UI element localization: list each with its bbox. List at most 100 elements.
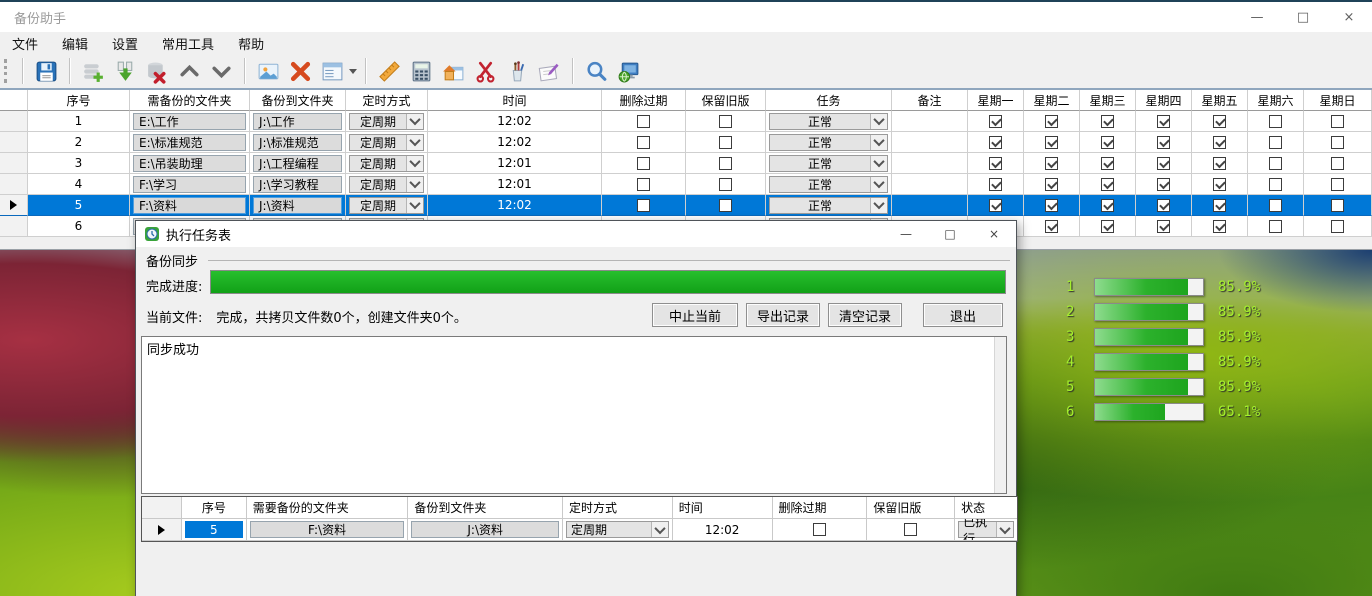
dialog-row-header-cell[interactable] [142,519,182,541]
chevron-down-icon[interactable] [870,177,887,192]
dcol-no[interactable]: 序号 [182,497,247,519]
mode-select[interactable]: 定周期 [349,134,424,151]
menu-edit[interactable]: 编辑 [50,32,100,55]
tuesday-checkbox[interactable] [1045,157,1058,170]
task-select[interactable]: 正常 [769,176,888,193]
tuesday-checkbox[interactable] [1045,199,1058,212]
col-header-source[interactable]: 需备份的文件夹 [130,90,250,111]
dialog-mode-select[interactable]: 定周期 [566,521,669,538]
monday-checkbox[interactable] [989,115,1002,128]
menu-file[interactable]: 文件 [0,32,50,55]
row-header-cell[interactable] [0,195,28,216]
cell-note[interactable] [892,111,968,132]
saturday-checkbox[interactable] [1269,220,1282,233]
chevron-down-icon[interactable] [870,198,887,213]
dialog-delete-expired-checkbox[interactable] [813,523,826,536]
dialog-keep-old-checkbox[interactable] [904,523,917,536]
delete-expired-checkbox[interactable] [637,157,650,170]
dcol-status[interactable]: 状态 [955,497,1017,519]
search-icon[interactable] [580,56,612,86]
sunday-checkbox[interactable] [1331,178,1344,191]
add-task-icon[interactable] [77,56,109,86]
col-header-thursday[interactable]: 星期四 [1136,90,1192,111]
close-button[interactable]: × [1326,2,1372,32]
source-folder-field[interactable]: F:\学习 [133,176,246,193]
chevron-down-icon[interactable] [406,156,423,171]
save-icon[interactable] [30,56,62,86]
chevron-down-icon[interactable] [870,114,887,129]
col-header-tuesday[interactable]: 星期二 [1024,90,1080,111]
mode-select[interactable]: 定周期 [349,155,424,172]
wednesday-checkbox[interactable] [1101,220,1114,233]
move-up-icon[interactable] [173,56,205,86]
col-header-mode[interactable]: 定时方式 [346,90,428,111]
task-select[interactable]: 正常 [769,197,888,214]
minimize-button[interactable]: — [1234,2,1280,32]
col-header-delete-expired[interactable]: 删除过期 [602,90,686,111]
dropdown-caret-icon[interactable] [348,56,358,86]
thursday-checkbox[interactable] [1157,157,1170,170]
chevron-down-icon[interactable] [870,135,887,150]
dest-folder-field[interactable]: J:\工作 [253,113,342,130]
row-header-cell[interactable] [0,111,28,132]
cell-no[interactable]: 5 [28,195,130,216]
task-select[interactable]: 正常 [769,155,888,172]
delete-expired-checkbox[interactable] [637,136,650,149]
keep-old-checkbox[interactable] [719,178,732,191]
cell-time[interactable]: 12:02 [428,111,602,132]
sunday-checkbox[interactable] [1331,136,1344,149]
tuesday-checkbox[interactable] [1045,136,1058,149]
cell-note[interactable] [892,153,968,174]
row-header-cell[interactable] [0,174,28,195]
toolbar-grip[interactable] [4,59,9,83]
friday-checkbox[interactable] [1213,220,1226,233]
thursday-checkbox[interactable] [1157,220,1170,233]
saturday-checkbox[interactable] [1269,115,1282,128]
dialog-status-select[interactable]: 已执行 [958,521,1014,538]
friday-checkbox[interactable] [1213,199,1226,212]
dest-folder-field[interactable]: J:\标准规范 [253,134,342,151]
chevron-down-icon[interactable] [870,156,887,171]
col-header-friday[interactable]: 星期五 [1192,90,1248,111]
dcol-source[interactable]: 需要备份的文件夹 [247,497,409,519]
chevron-down-icon[interactable] [406,114,423,129]
friday-checkbox[interactable] [1213,136,1226,149]
col-header-task[interactable]: 任务 [766,90,892,111]
clear-records-button[interactable]: 清空记录 [828,303,902,327]
dest-folder-field[interactable]: J:\学习教程 [253,176,342,193]
cell-no[interactable]: 6 [28,216,130,237]
cell-no[interactable]: 4 [28,174,130,195]
dcol-mode[interactable]: 定时方式 [563,497,673,519]
delete-expired-checkbox[interactable] [637,199,650,212]
thursday-checkbox[interactable] [1157,136,1170,149]
saturday-checkbox[interactable] [1269,136,1282,149]
saturday-checkbox[interactable] [1269,199,1282,212]
keep-old-checkbox[interactable] [719,199,732,212]
mode-select[interactable]: 定周期 [349,176,424,193]
monday-checkbox[interactable] [989,178,1002,191]
row-header-cell[interactable] [0,216,28,237]
monday-checkbox[interactable] [989,136,1002,149]
dialog-maximize-button[interactable]: □ [928,222,972,246]
log-scrollbar[interactable] [994,337,1006,493]
source-folder-field[interactable]: E:\工作 [133,113,246,130]
cell-note[interactable] [892,174,968,195]
dcol-delete-expired[interactable]: 删除过期 [773,497,868,519]
delete-task-icon[interactable] [141,56,173,86]
keep-old-checkbox[interactable] [719,115,732,128]
friday-checkbox[interactable] [1213,157,1226,170]
col-header-dest[interactable]: 备份到文件夹 [250,90,346,111]
col-header-time[interactable]: 时间 [428,90,602,111]
remote-desktop-icon[interactable] [612,56,644,86]
cell-no[interactable]: 2 [28,132,130,153]
col-header-keep-old[interactable]: 保留旧版 [686,90,766,111]
thursday-checkbox[interactable] [1157,199,1170,212]
cell-note[interactable] [892,195,968,216]
cell-time[interactable]: 12:01 [428,153,602,174]
cell-time[interactable]: 12:01 [428,174,602,195]
tuesday-checkbox[interactable] [1045,220,1058,233]
task-select[interactable]: 正常 [769,113,888,130]
source-folder-field[interactable]: E:\标准规范 [133,134,246,151]
dialog-minimize-button[interactable]: — [884,222,928,246]
col-header-saturday[interactable]: 星期六 [1248,90,1304,111]
